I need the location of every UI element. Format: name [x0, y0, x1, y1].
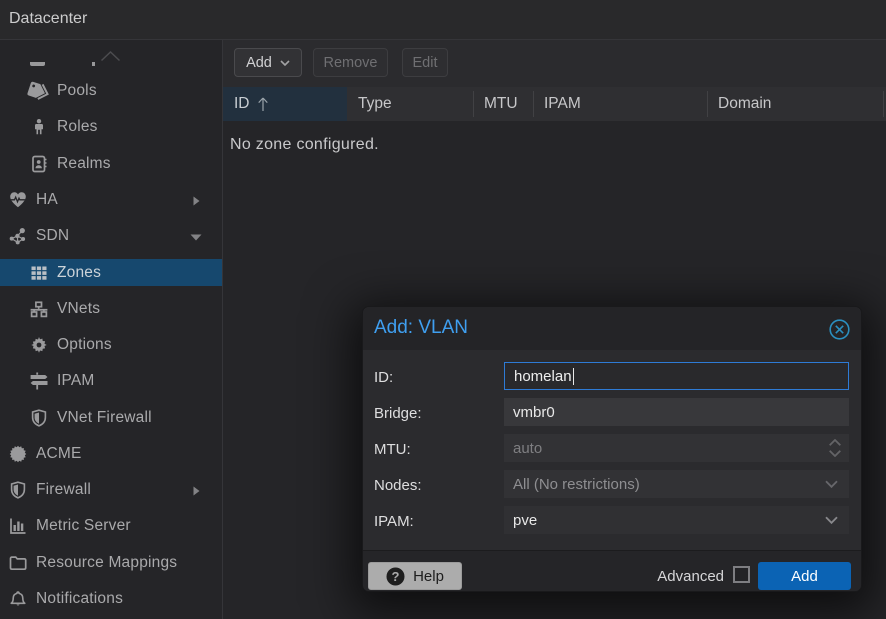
svg-text:?: ?: [392, 569, 400, 584]
